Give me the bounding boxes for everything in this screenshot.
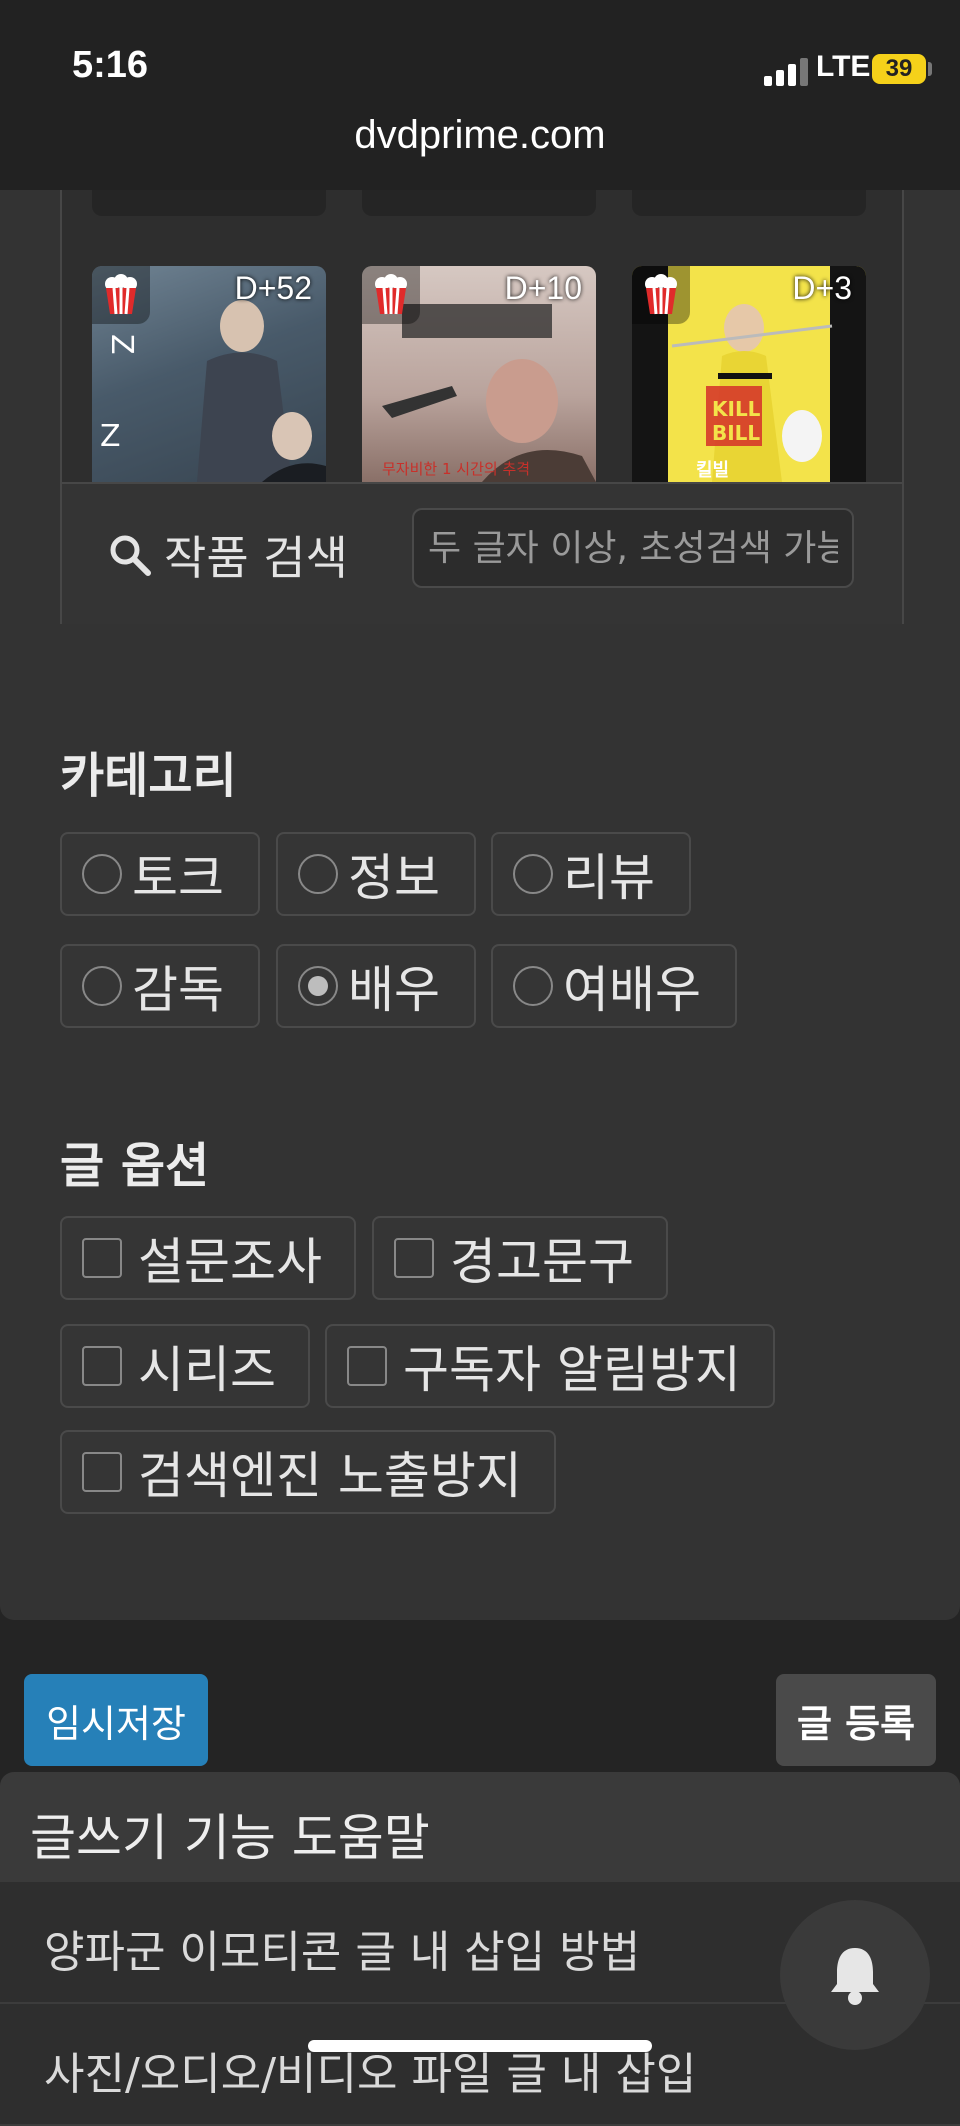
checkbox-label: 검색엔진 노출방지 xyxy=(138,1447,522,1505)
svg-text:무자비한 1 시간의 추격: 무자비한 1 시간의 추격 xyxy=(382,460,530,478)
option-series[interactable]: 시리즈 xyxy=(60,1324,310,1408)
radio-icon xyxy=(82,854,122,894)
submit-post-button[interactable]: 글 등록 xyxy=(776,1674,936,1766)
signal-icon xyxy=(764,56,808,86)
movie-poster[interactable]: Z Z D+52 xyxy=(92,266,326,482)
movie-search-label: 작품 검색 xyxy=(108,522,348,588)
radio-label: 배우 xyxy=(348,961,440,1019)
prev-movie-tile[interactable] xyxy=(632,190,866,216)
network-type: LTE xyxy=(816,50,871,83)
movie-selector: Z Z D+52 무자비한 1 시간의 추격 D+10 KILL BILL 킬빌… xyxy=(60,190,904,624)
help-header[interactable]: 글쓰기 기능 도움말 xyxy=(0,1772,960,1882)
option-warning[interactable]: 경고문구 xyxy=(372,1216,668,1300)
radio-icon xyxy=(82,966,122,1006)
category-title: 카테고리 xyxy=(60,748,237,804)
temp-save-button[interactable]: 임시저장 xyxy=(24,1674,208,1766)
option-survey[interactable]: 설문조사 xyxy=(60,1216,356,1300)
battery-tip xyxy=(928,62,932,76)
radio-icon xyxy=(513,854,553,894)
browser-url[interactable]: dvdprime.com xyxy=(0,113,960,158)
option-no-search-engine[interactable]: 검색엔진 노출방지 xyxy=(60,1430,556,1514)
checkbox-icon xyxy=(82,1346,122,1386)
category-radio-info[interactable]: 정보 xyxy=(276,832,476,916)
category-radio-director[interactable]: 감독 xyxy=(60,944,260,1028)
svg-text:BILL: BILL xyxy=(712,421,760,445)
svg-text:Z: Z xyxy=(100,419,121,454)
prev-movie-tile[interactable] xyxy=(92,190,326,216)
status-bar: 5:16 LTE 39 dvdprime.com xyxy=(0,0,960,190)
battery-icon: 39 xyxy=(872,54,926,84)
status-time: 5:16 xyxy=(72,44,149,86)
notification-button[interactable] xyxy=(780,1900,930,2050)
prev-movie-tile[interactable] xyxy=(362,190,596,216)
movie-poster[interactable]: KILL BILL 킬빌 D+3 xyxy=(632,266,866,482)
svg-text:킬빌: 킬빌 xyxy=(696,460,729,481)
popcorn-icon xyxy=(632,266,690,324)
movie-poster[interactable]: 무자비한 1 시간의 추격 D+10 xyxy=(362,266,596,482)
category-radio-actor[interactable]: 배우 xyxy=(276,944,476,1028)
radio-icon xyxy=(298,854,338,894)
home-indicator[interactable] xyxy=(308,2040,652,2052)
help-item-label: 양파군 이모티콘 글 내 삽입 방법 xyxy=(44,1927,641,1978)
checkbox-label: 설문조사 xyxy=(138,1233,322,1291)
checkbox-icon xyxy=(347,1346,387,1386)
search-label-text: 작품 검색 xyxy=(164,531,348,585)
search-icon xyxy=(110,535,151,576)
svg-text:Z: Z xyxy=(104,334,139,355)
dday-badge: D+3 xyxy=(792,270,852,306)
post-options-title: 글 옵션 xyxy=(60,1138,210,1194)
popcorn-icon xyxy=(362,266,420,324)
checkbox-label: 구독자 알림방지 xyxy=(403,1341,741,1399)
dday-badge: D+10 xyxy=(504,270,582,306)
radio-label: 리뷰 xyxy=(563,849,655,907)
radio-label: 정보 xyxy=(348,849,440,907)
category-radio-talk[interactable]: 토크 xyxy=(60,832,260,916)
radio-icon xyxy=(513,966,553,1006)
svg-text:KILL: KILL xyxy=(712,397,761,421)
write-form-panel: Z Z D+52 무자비한 1 시간의 추격 D+10 KILL BILL 킬빌… xyxy=(0,190,960,1620)
help-title: 글쓰기 기능 도움말 xyxy=(30,1809,430,1867)
category-radio-review[interactable]: 리뷰 xyxy=(491,832,691,916)
checkbox-label: 경고문구 xyxy=(450,1233,634,1291)
checkbox-icon xyxy=(394,1238,434,1278)
checkbox-icon xyxy=(82,1238,122,1278)
movie-search-row: 작품 검색 xyxy=(62,482,902,624)
bell-icon xyxy=(831,1948,879,2005)
checkbox-icon xyxy=(82,1452,122,1492)
radio-label: 토크 xyxy=(132,849,224,907)
radio-selected-icon xyxy=(298,966,338,1006)
category-radio-actress[interactable]: 여배우 xyxy=(491,944,737,1028)
popcorn-icon xyxy=(92,266,150,324)
movie-search-input[interactable] xyxy=(412,508,854,588)
dday-badge: D+52 xyxy=(234,270,312,306)
radio-label: 감독 xyxy=(132,961,224,1019)
option-no-subscriber-alert[interactable]: 구독자 알림방지 xyxy=(325,1324,775,1408)
radio-label: 여배우 xyxy=(563,961,701,1019)
checkbox-label: 시리즈 xyxy=(138,1341,276,1399)
